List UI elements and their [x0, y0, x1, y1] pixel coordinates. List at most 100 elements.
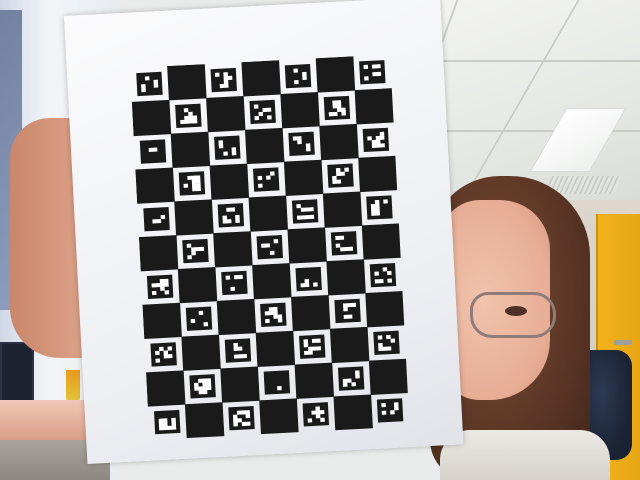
- aruco-bit: [307, 418, 313, 423]
- aruco-bit: [187, 255, 192, 260]
- aruco-bit: [164, 290, 170, 295]
- aruco-bit: [237, 346, 243, 351]
- aruco-bit: [167, 425, 173, 430]
- aruco-bit: [371, 143, 377, 148]
- aruco-bit: [347, 314, 353, 319]
- aruco-bit: [241, 410, 246, 415]
- board-square-black: [319, 123, 359, 161]
- aruco-bit: [160, 286, 165, 291]
- aruco-bit: [342, 378, 348, 384]
- aruco-bit: [343, 314, 349, 319]
- aruco-bit: [376, 71, 382, 77]
- aruco-bit: [343, 307, 348, 312]
- aruco-bit: [375, 211, 381, 216]
- aruco-bit: [151, 283, 157, 288]
- aruco-bit: [231, 151, 237, 156]
- board-square-black: [255, 330, 296, 368]
- aruco-bit: [184, 115, 189, 121]
- board-square-black: [280, 92, 320, 129]
- aruco-bit: [382, 346, 388, 351]
- aruco-bit: [223, 151, 228, 156]
- aruco-bit: [393, 402, 399, 407]
- aruco-bit: [390, 338, 396, 343]
- aruco-bit: [277, 318, 283, 323]
- aruco-bit: [223, 75, 229, 81]
- aruco-bit: [141, 87, 146, 93]
- aruco-bit: [386, 334, 391, 340]
- aruco-bit: [144, 76, 150, 81]
- aruco-bit: [193, 382, 199, 387]
- aruco-bit: [300, 207, 306, 212]
- aruco-bit: [273, 310, 278, 316]
- board-square-black: [368, 358, 409, 395]
- aruco-bit: [336, 107, 342, 113]
- aruco-bit: [245, 421, 251, 426]
- aruco-bit: [319, 410, 325, 415]
- board-square-black: [131, 99, 172, 137]
- aruco-bit: [332, 104, 338, 109]
- aruco-bit: [311, 410, 317, 415]
- aruco-bit: [194, 386, 199, 391]
- aruco-bit: [375, 207, 380, 212]
- board-square-black: [177, 266, 218, 304]
- aruco-bit: [202, 382, 208, 387]
- aruco-bit: [158, 422, 164, 427]
- aruco-bit: [371, 139, 377, 145]
- board-square-black: [209, 163, 250, 200]
- aruco-bit: [190, 318, 196, 324]
- aruco-bit: [266, 107, 272, 112]
- aruco-bit: [236, 410, 242, 415]
- aruco-bit: [332, 111, 338, 117]
- aruco-bit: [245, 410, 250, 415]
- aruco-bit: [354, 370, 360, 375]
- board-square-black: [315, 56, 356, 93]
- aruco-bit: [192, 119, 198, 124]
- aruco-bit: [155, 358, 161, 363]
- aruco-bit: [223, 72, 228, 77]
- aruco-bit: [304, 282, 310, 288]
- aruco-bit: [376, 143, 381, 148]
- aruco-bit: [267, 115, 272, 120]
- bottle: [66, 356, 80, 402]
- aruco-bit: [347, 303, 352, 308]
- board-square-black: [294, 362, 335, 399]
- aruco-bit: [222, 215, 228, 220]
- aruco-bit: [198, 386, 204, 391]
- aruco-bit: [344, 246, 349, 252]
- aruco-bit: [339, 235, 345, 240]
- aruco-bit: [315, 410, 321, 415]
- aruco-bit: [375, 135, 381, 141]
- aruco-bit: [336, 171, 341, 177]
- aruco-bit: [235, 218, 240, 223]
- aruco-bit: [230, 207, 236, 212]
- aruco-bit: [222, 219, 228, 224]
- aruco-bit: [301, 215, 306, 220]
- aruco-bit: [378, 346, 383, 352]
- aruco-bit: [387, 278, 393, 283]
- photo-scene: [0, 0, 640, 480]
- aruco-bit: [158, 418, 164, 423]
- aruco-bit: [202, 378, 207, 383]
- aruco-bit: [308, 350, 313, 355]
- aruco-bit: [186, 243, 192, 248]
- aruco-bit: [332, 100, 337, 105]
- aruco-bit: [163, 422, 168, 427]
- aruco-marker: [299, 334, 326, 359]
- aruco-bit: [332, 179, 337, 184]
- charuco-board: [130, 54, 410, 440]
- aruco-bit: [308, 346, 313, 351]
- aruco-bit: [386, 270, 392, 276]
- aruco-bit: [335, 243, 341, 248]
- aruco-bit: [233, 342, 238, 348]
- aruco-bit: [296, 215, 302, 220]
- board-square-black: [241, 60, 281, 97]
- aruco-bit: [191, 247, 196, 252]
- aruco-bit: [163, 350, 169, 355]
- charuco-grid: [131, 56, 409, 439]
- aruco-bit: [351, 302, 357, 308]
- aruco-bit: [375, 139, 381, 144]
- aruco-bit: [191, 179, 197, 184]
- aruco-bit: [203, 322, 209, 327]
- aruco-bit: [261, 243, 266, 248]
- aruco-bit: [296, 136, 302, 141]
